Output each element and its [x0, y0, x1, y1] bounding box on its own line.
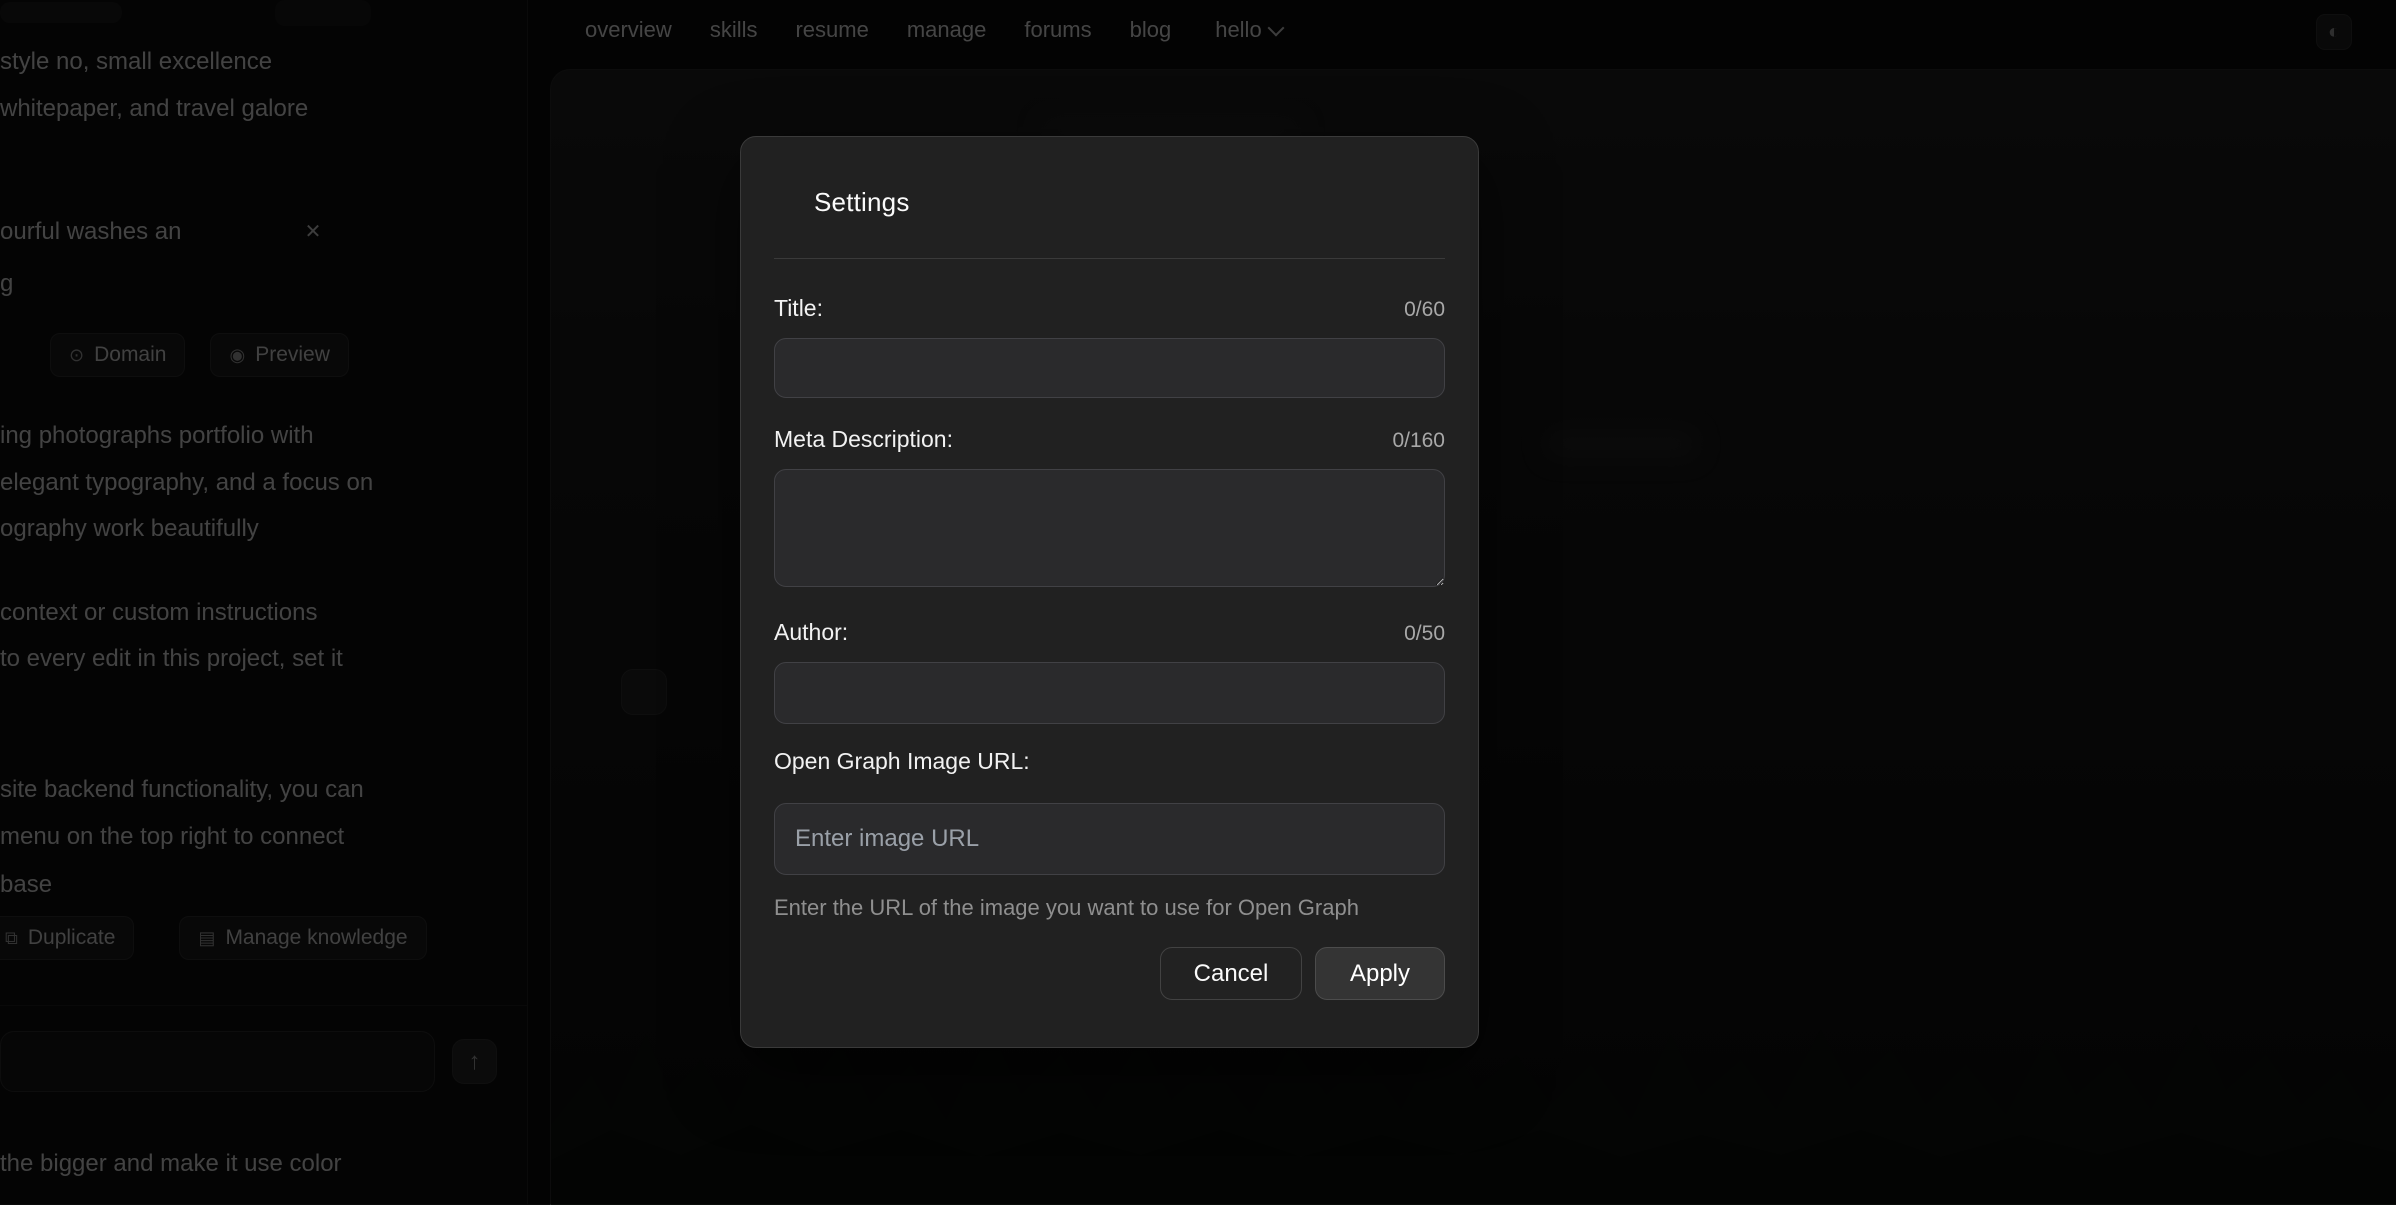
author-label: Author: [774, 619, 848, 646]
modal-title: Settings [814, 187, 1445, 218]
og-image-helper-text: Enter the URL of the image you want to u… [774, 895, 1445, 921]
og-image-url-input[interactable] [774, 803, 1445, 875]
modal-divider [774, 258, 1445, 259]
author-counter: 0/50 [1404, 622, 1445, 646]
modal-button-row: Cancel Apply [774, 947, 1445, 1000]
title-input[interactable] [774, 338, 1445, 398]
meta-description-textarea[interactable] [774, 469, 1445, 587]
og-image-url-label: Open Graph Image URL: [774, 748, 1030, 775]
meta-description-label: Meta Description: [774, 426, 953, 453]
og-image-field-header: Open Graph Image URL: [774, 748, 1445, 775]
cancel-button[interactable]: Cancel [1160, 947, 1302, 1000]
meta-description-counter: 0/160 [1392, 429, 1445, 453]
author-field-header: Author: 0/50 [774, 619, 1445, 646]
title-label: Title: [774, 295, 823, 322]
title-counter: 0/60 [1404, 298, 1445, 322]
meta-description-field-header: Meta Description: 0/160 [774, 426, 1445, 453]
settings-modal: Settings Title: 0/60 Meta Description: 0… [740, 136, 1479, 1048]
title-field-header: Title: 0/60 [774, 295, 1445, 322]
author-input[interactable] [774, 662, 1445, 724]
apply-button[interactable]: Apply [1315, 947, 1445, 1000]
